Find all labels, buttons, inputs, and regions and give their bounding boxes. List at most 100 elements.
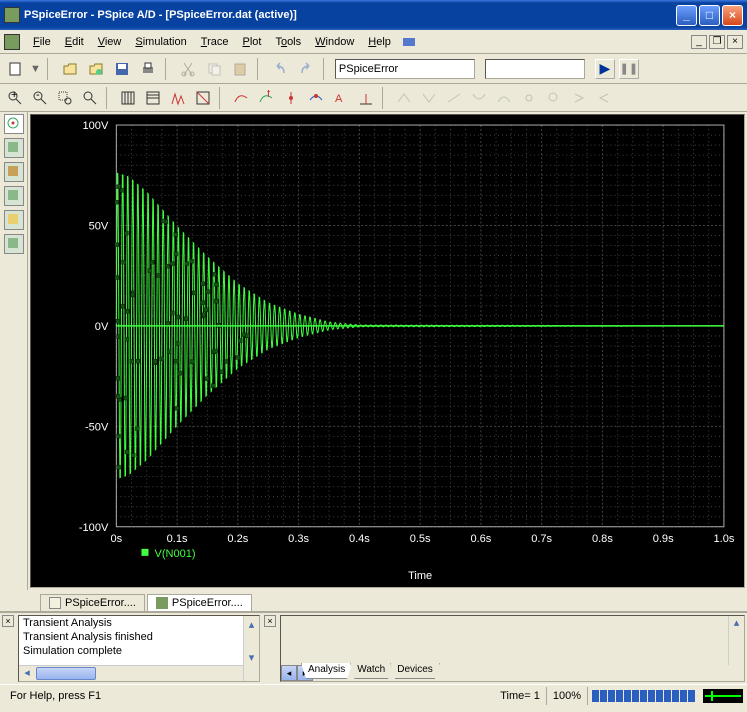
run-button[interactable]: ▶ (595, 59, 615, 79)
maximize-button[interactable]: □ (699, 5, 720, 26)
output-panel: × Transient Analysis Transient Analysis … (0, 613, 262, 684)
svg-text:0.4s: 0.4s (349, 533, 370, 545)
open-button[interactable] (59, 58, 81, 80)
cursor-slope-button (443, 87, 465, 109)
scroll-left-button[interactable]: ◂ (281, 665, 297, 681)
menu-window[interactable]: Window (308, 34, 361, 50)
tab-watch[interactable]: Watch (350, 663, 392, 679)
cursor-search-button (543, 87, 565, 109)
minimize-button[interactable]: _ (676, 5, 697, 26)
svg-text:0.2s: 0.2s (227, 533, 248, 545)
simulation-name-input[interactable] (335, 59, 475, 79)
mdi-restore-button[interactable]: ❐ (709, 35, 725, 49)
menu-plot[interactable]: Plot (235, 34, 268, 50)
svg-text:A: A (335, 93, 343, 105)
doc-tab-2[interactable]: PSpiceError.... (147, 594, 252, 611)
undo-button[interactable] (269, 58, 291, 80)
zoom-out-button[interactable]: - (29, 87, 51, 109)
vertical-scrollbar[interactable]: ▴ (728, 616, 744, 665)
tab-analysis[interactable]: Analysis (301, 663, 352, 679)
svg-text:0.6s: 0.6s (470, 533, 491, 545)
status-time: Time= 1 (494, 687, 547, 705)
svg-text:+: + (11, 90, 17, 101)
analysis-content: ▴ ◂ ▸ Analysis Watch Devices (280, 615, 745, 682)
svg-text:0.5s: 0.5s (410, 533, 431, 545)
message-list[interactable]: Transient Analysis Transient Analysis fi… (18, 615, 260, 682)
save-button[interactable] (111, 58, 133, 80)
bottom-panels: × Transient Analysis Transient Analysis … (0, 612, 747, 684)
status-percent: 100% (547, 687, 588, 705)
status-help: For Help, press F1 (4, 687, 107, 705)
cadence-icon[interactable] (398, 31, 420, 53)
close-output-button[interactable]: × (2, 615, 14, 627)
performance-button[interactable] (192, 87, 214, 109)
svg-text:0.1s: 0.1s (167, 533, 188, 545)
svg-text:1.0s: 1.0s (713, 533, 734, 545)
cursor-button[interactable] (305, 87, 327, 109)
svg-text:V(N001): V(N001) (155, 548, 196, 560)
eval-button[interactable]: f (255, 87, 277, 109)
zoom-in-button[interactable]: + (4, 87, 26, 109)
svg-text:50V: 50V (89, 220, 109, 232)
zoom-area-button[interactable] (54, 87, 76, 109)
simulation-value-input[interactable] (485, 59, 585, 79)
message-row: Transient Analysis finished (19, 630, 259, 644)
close-analysis-button[interactable]: × (264, 615, 276, 627)
tab-devices[interactable]: Devices (390, 663, 440, 679)
document-tabs: PSpiceError.... PSpiceError.... (0, 590, 747, 612)
new-button[interactable] (4, 58, 26, 80)
mdi-minimize-button[interactable]: _ (691, 35, 707, 49)
menu-help[interactable]: Help (361, 34, 398, 50)
svg-text:0.3s: 0.3s (288, 533, 309, 545)
marker-button[interactable] (280, 87, 302, 109)
open-sim-button[interactable] (85, 58, 107, 80)
message-row: Simulation complete (19, 644, 259, 658)
log-x-button[interactable] (117, 87, 139, 109)
doc-icon[interactable] (4, 34, 20, 50)
menu-view[interactable]: View (91, 34, 129, 50)
message-row: Transient Analysis (19, 616, 259, 630)
svg-text:-: - (36, 90, 40, 101)
add-trace-button[interactable] (230, 87, 252, 109)
doc-tab-1[interactable]: PSpiceError.... (40, 594, 145, 611)
svg-text:f: f (267, 90, 271, 100)
mark-button[interactable] (355, 87, 377, 109)
cut-button[interactable] (177, 58, 199, 80)
svg-text:100V: 100V (83, 120, 109, 132)
menu-trace[interactable]: Trace (194, 34, 236, 50)
cursor-peak-button (393, 87, 415, 109)
horizontal-scrollbar[interactable]: ◂ (19, 665, 243, 681)
label-button[interactable]: A (330, 87, 352, 109)
plot-area[interactable]: -100V-50V0V50V100V0s0.1s0.2s0.3s0.4s0.5s… (30, 114, 745, 588)
print-button[interactable] (137, 58, 159, 80)
schematic-icon (49, 597, 61, 609)
dat-icon (156, 597, 168, 609)
menu-tools[interactable]: Tools (268, 34, 308, 50)
menu-edit[interactable]: Edit (58, 34, 91, 50)
left-sidebar (0, 112, 28, 590)
redo-button[interactable] (295, 58, 317, 80)
svg-text:-50V: -50V (85, 421, 109, 433)
sidebar-btn-2[interactable] (4, 138, 24, 158)
progress-bar (592, 690, 695, 702)
sidebar-btn-6[interactable] (4, 234, 24, 254)
sidebar-btn-4[interactable] (4, 186, 24, 206)
mdi-close-button[interactable]: × (727, 35, 743, 49)
svg-text:0.8s: 0.8s (592, 533, 613, 545)
sidebar-btn-3[interactable] (4, 162, 24, 182)
menu-simulation[interactable]: Simulation (128, 34, 193, 50)
cursor-trough-button (418, 87, 440, 109)
paste-button[interactable] (229, 58, 251, 80)
log-y-button[interactable] (142, 87, 164, 109)
vertical-scrollbar[interactable]: ▴▾ (243, 616, 259, 681)
sidebar-btn-1[interactable] (4, 114, 24, 134)
waveform-plot: -100V-50V0V50V100V0s0.1s0.2s0.3s0.4s0.5s… (31, 115, 744, 587)
copy-button[interactable] (203, 58, 225, 80)
menu-file[interactable]: File (26, 34, 58, 50)
sidebar-btn-5[interactable] (4, 210, 24, 230)
close-button[interactable]: × (722, 5, 743, 26)
svg-text:0s: 0s (111, 533, 123, 545)
zoom-fit-button[interactable] (79, 87, 101, 109)
fft-button[interactable] (167, 87, 189, 109)
pause-button[interactable]: ❚❚ (619, 59, 639, 79)
